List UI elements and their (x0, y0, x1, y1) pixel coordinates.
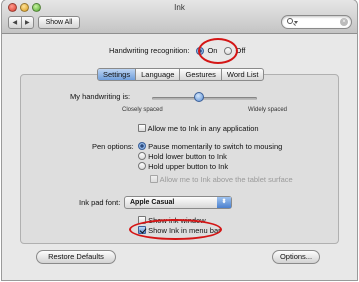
lower-button-radio[interactable] (138, 152, 146, 160)
navigation-buttons: ◀ ▶ (8, 16, 34, 29)
handwriting-recognition-row: Handwriting recognition: On Off (109, 46, 245, 55)
clear-search-icon[interactable]: × (340, 18, 348, 26)
show-ink-window-row[interactable]: Show ink window (138, 216, 206, 225)
upper-button-radio[interactable] (138, 162, 146, 170)
show-in-menu-bar-checkbox[interactable] (138, 226, 146, 234)
handwriting-spacing-slider[interactable] (152, 97, 257, 100)
recognition-on-radio[interactable] (196, 46, 205, 55)
my-handwriting-label: My handwriting is: (70, 92, 131, 101)
pen-option-pause[interactable]: Pause momentarily to switch to mousing (138, 142, 282, 151)
tab-language[interactable]: Language (135, 69, 179, 80)
options-button[interactable]: Options... (272, 250, 320, 264)
widely-spaced-label: Widely spaced (248, 107, 288, 113)
allow-above-tablet-row: Allow me to Ink above the tablet surface (150, 175, 293, 184)
pen-option-lower-button[interactable]: Hold lower button to Ink (138, 152, 227, 161)
pen-options-label: Pen options: (92, 142, 134, 151)
title-bar: Ink ◀ ▶ Show All × (2, 0, 357, 34)
allow-above-tablet-label: Allow me to Ink above the tablet surface (159, 175, 293, 184)
restore-defaults-button[interactable]: Restore Defaults (36, 250, 116, 264)
tab-settings[interactable]: Settings (98, 69, 136, 80)
allow-any-application-label[interactable]: Allow me to Ink in any application (148, 124, 259, 133)
search-input[interactable]: × (281, 15, 352, 29)
closely-spaced-label: Closely spaced (122, 107, 163, 113)
window-title: Ink (174, 3, 185, 12)
recognition-off-label[interactable]: Off (235, 46, 245, 55)
search-icon (287, 18, 293, 24)
allow-above-tablet-checkbox (150, 175, 158, 183)
show-ink-window-label[interactable]: Show ink window (148, 216, 206, 225)
recognition-on-label[interactable]: On (207, 46, 217, 55)
pen-option-label[interactable]: Hold lower button to Ink (148, 152, 227, 161)
pen-option-label[interactable]: Pause momentarily to switch to mousing (148, 142, 282, 151)
ink-pad-font-popup[interactable]: Apple Casual ⬍ (124, 196, 232, 209)
pause-radio[interactable] (138, 142, 146, 150)
tab-bar: Settings Language Gestures Word List (97, 68, 265, 81)
show-in-menu-bar-row[interactable]: Show Ink in menu bar (138, 226, 221, 235)
recognition-off-radio[interactable] (224, 46, 233, 55)
forward-icon[interactable]: ▶ (20, 17, 34, 28)
allow-any-application-row[interactable]: Allow me to Ink in any application (138, 124, 259, 133)
pen-option-upper-button[interactable]: Hold upper button to Ink (138, 162, 228, 171)
allow-any-application-checkbox[interactable] (138, 124, 146, 132)
show-ink-window-checkbox[interactable] (138, 216, 146, 224)
ink-preferences-window: Ink ◀ ▶ Show All × Handwriting recogniti… (2, 0, 357, 280)
back-icon[interactable]: ◀ (9, 17, 21, 28)
pen-option-label[interactable]: Hold upper button to Ink (148, 162, 228, 171)
search-menu-caret-icon[interactable] (294, 21, 298, 24)
tab-word-list[interactable]: Word List (220, 69, 264, 80)
handwriting-recognition-label: Handwriting recognition: (109, 46, 190, 55)
show-all-button[interactable]: Show All (38, 16, 80, 29)
ink-pad-font-label: Ink pad font: (79, 198, 121, 207)
show-in-menu-bar-label[interactable]: Show Ink in menu bar (148, 226, 221, 235)
ink-pad-font-value[interactable]: Apple Casual (130, 199, 174, 206)
tab-gestures[interactable]: Gestures (179, 69, 220, 80)
chevron-up-down-icon[interactable]: ⬍ (217, 197, 231, 208)
